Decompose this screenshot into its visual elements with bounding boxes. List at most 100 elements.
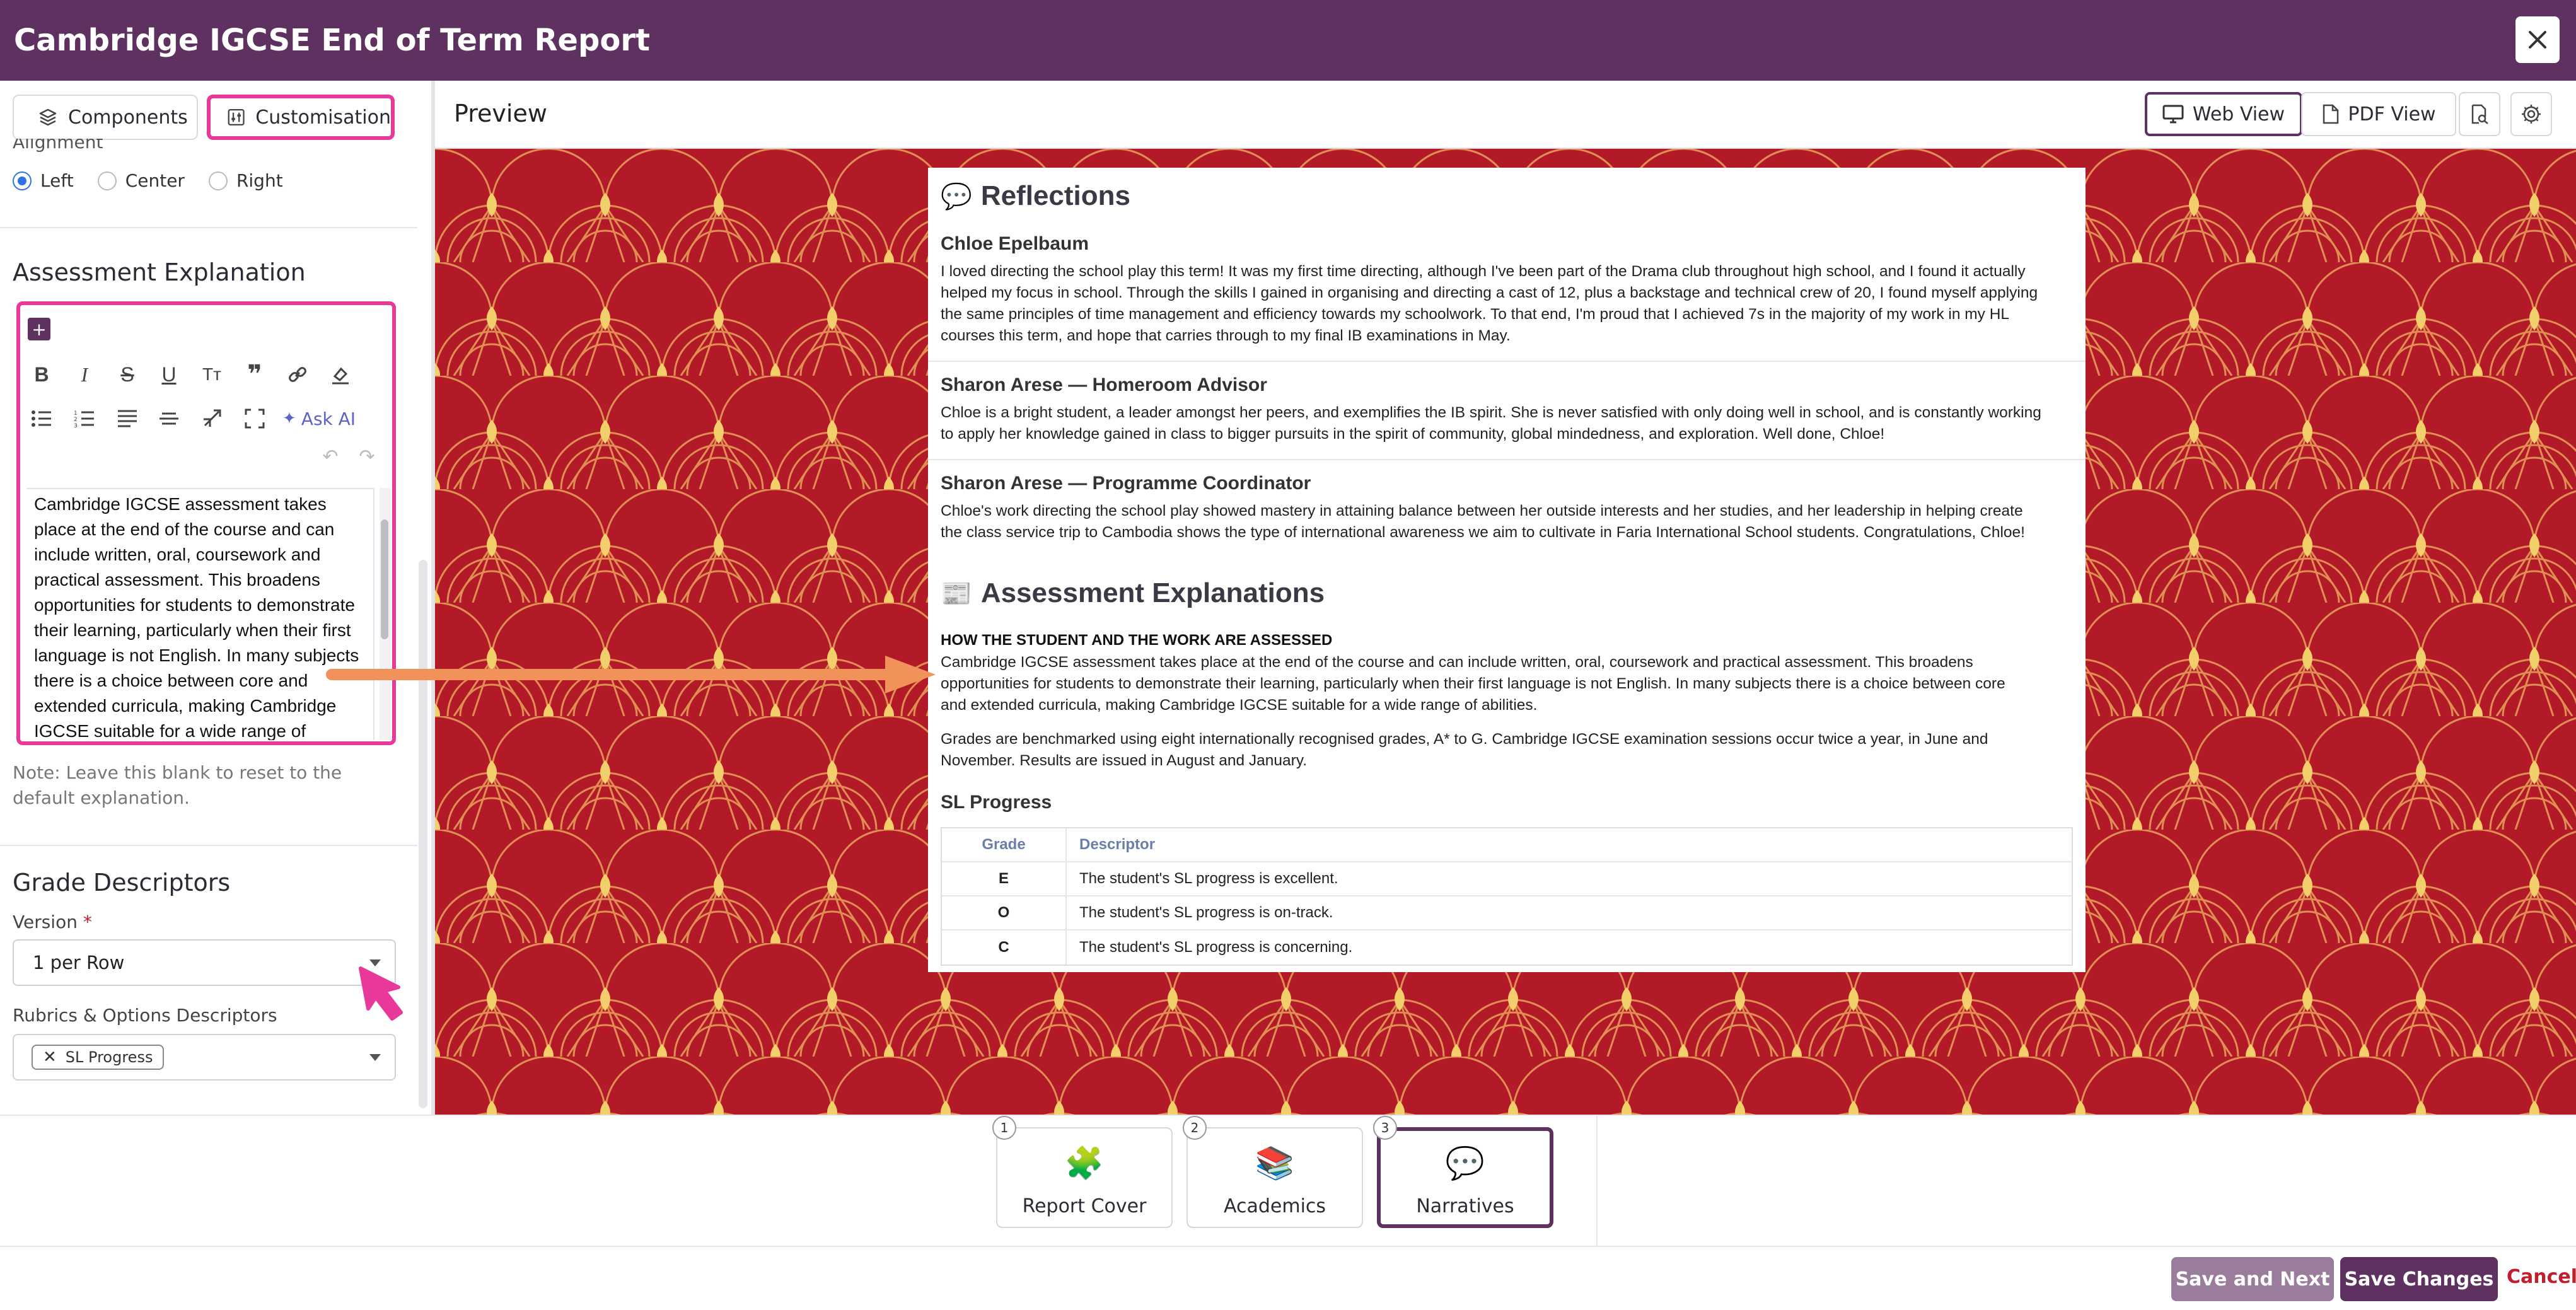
assessment-subtitle: HOW THE STUDENT AND THE WORK ARE ASSESSE… [941, 632, 1333, 649]
editor-scrollbar-thumb[interactable] [381, 519, 388, 639]
version-select[interactable]: 1 per Row [13, 939, 396, 986]
step-number: 3 [1373, 1116, 1397, 1140]
rubric-chip-sl-progress[interactable]: ✕ SL Progress [32, 1045, 165, 1070]
blockquote-icon[interactable]: ❞ [241, 360, 269, 389]
reflection-line: the same principles of time management a… [941, 306, 2010, 323]
table-cell: The student's SL progress is on-track. [1079, 904, 1333, 921]
step-label: Narratives [1416, 1195, 1514, 1217]
divider [1596, 1116, 1598, 1247]
table-row: E The student's SL progress is excellent… [942, 862, 2072, 896]
undo-icon[interactable]: ↶ [316, 443, 344, 470]
alignment-label: Alignment [13, 139, 103, 153]
layers-icon [39, 108, 57, 126]
reflection-line: courses this term, and hope that carries… [941, 327, 1511, 344]
highlight-icon[interactable] [327, 361, 354, 388]
save-and-next-button[interactable]: Save and Next [2171, 1257, 2334, 1301]
pdf-file-icon [2323, 104, 2339, 124]
assessment-line: opportunities for students to demonstrat… [941, 675, 2005, 692]
divider [0, 845, 417, 846]
reflection-author: Sharon Arese — Programme Coordinator [941, 473, 1311, 494]
numbered-list-icon[interactable]: 123 [71, 405, 98, 432]
remove-chip-icon[interactable]: ✕ [43, 1048, 57, 1067]
tab-customisation[interactable]: Customisation [207, 95, 395, 140]
pdf-view-button[interactable]: PDF View [2301, 92, 2456, 136]
step-narratives[interactable]: 3 💬 Narratives [1373, 1116, 1553, 1228]
table-row: O The student's SL progress is on-track. [942, 896, 2072, 930]
preview-canvas: 💬 Reflections Chloe Epelbaum I loved dire… [435, 149, 2576, 1115]
svg-text:2: 2 [74, 417, 78, 423]
clear-format-icon[interactable] [198, 405, 226, 432]
editor-text-area[interactable]: Cambridge IGCSE assessment takes place a… [26, 488, 374, 740]
reflections-heading: 💬 Reflections [941, 180, 1130, 212]
speech-bubble-icon: 💬 [1445, 1145, 1485, 1181]
redo-icon[interactable]: ↷ [353, 443, 381, 470]
grades-line: Grades are benchmarked using eight inter… [941, 731, 1988, 748]
editor-scrollbar[interactable] [380, 488, 391, 740]
bullet-list-icon[interactable] [28, 405, 55, 432]
rubrics-label: Rubrics & Options Descriptors [13, 1005, 277, 1026]
divider [928, 361, 2086, 362]
footer-bar: Save and Next Save Changes Cancel [0, 1246, 2576, 1310]
alignment-center-option[interactable]: Center [97, 170, 185, 191]
fullscreen-icon[interactable] [241, 405, 269, 432]
reflection-line: Chloe's work directing the school play s… [941, 502, 2023, 519]
step-number: 2 [1183, 1116, 1207, 1140]
sliders-icon [228, 108, 245, 126]
tab-components-label: Components [68, 106, 188, 129]
strikethrough-icon[interactable]: S [113, 361, 141, 388]
ask-ai-button[interactable]: ✦ Ask AI [282, 405, 364, 432]
step-label: Report Cover [1022, 1195, 1147, 1217]
preview-search-button[interactable] [2459, 92, 2500, 136]
step-report-cover[interactable]: 1 🧩 Report Cover [992, 1116, 1173, 1228]
alignment-left-option[interactable]: Left [13, 170, 74, 191]
report-document-page: 💬 Reflections Chloe Epelbaum I loved dire… [928, 168, 2086, 972]
assessment-explanation-title: Assessment Explanation [13, 258, 306, 286]
version-select-value: 1 per Row [33, 952, 125, 973]
monitor-icon [2162, 105, 2184, 124]
underline-icon[interactable]: U [155, 361, 183, 388]
puzzle-icon: 🧩 [1064, 1145, 1105, 1181]
assessment-explanation-editor[interactable]: + B I S U Tт ❞ 123 ✦ Ask AI ↶ ↷ Cambridge… [16, 301, 396, 745]
step-academics[interactable]: 2 📚 Academics [1183, 1116, 1363, 1228]
table-cell: E [942, 862, 1067, 895]
alignment-right-option[interactable]: Right [208, 170, 283, 191]
radio-center[interactable] [97, 171, 117, 190]
align-icon[interactable] [113, 405, 141, 432]
reflection-line: helped my focus in school. Through the s… [941, 284, 2038, 301]
text-size-icon[interactable]: Tт [198, 361, 226, 388]
reflections-title: Reflections [980, 180, 1130, 211]
ask-ai-label: Ask AI [301, 408, 356, 429]
italic-icon[interactable]: I [71, 361, 98, 388]
grades-line: November. Results are issued in August a… [941, 752, 1308, 769]
horizontal-rule-icon[interactable] [155, 405, 183, 432]
radio-left[interactable] [13, 171, 32, 190]
alignment-left-label: Left [40, 170, 74, 191]
save-changes-button[interactable]: Save Changes [2340, 1257, 2498, 1301]
sparkle-icon: ✦ [282, 409, 296, 428]
panel-scrollbar[interactable] [419, 560, 427, 1108]
sl-progress-title: SL Progress [941, 792, 1052, 813]
grades-text: Grades are benchmarked using eight inter… [941, 729, 2069, 772]
link-icon[interactable] [284, 361, 311, 388]
close-icon [2529, 31, 2546, 49]
required-mark: * [83, 912, 92, 932]
speech-bubble-icon: 💬 [941, 182, 972, 211]
bold-icon[interactable]: B [28, 361, 55, 388]
web-view-button[interactable]: Web View [2145, 92, 2302, 136]
assessment-line: Cambridge IGCSE assessment takes place a… [941, 654, 1973, 671]
reflection-line: to apply her knowledge gained in class t… [941, 426, 1885, 443]
reflection-text: Chloe is a bright student, a leader amon… [941, 402, 2069, 445]
books-icon: 📚 [1255, 1145, 1295, 1181]
gear-icon [2522, 105, 2541, 124]
assessment-title: Assessment Explanations [980, 577, 1325, 608]
radio-right[interactable] [208, 171, 228, 190]
grade-descriptors-title: Grade Descriptors [13, 869, 231, 896]
insert-plus-icon[interactable]: + [28, 318, 50, 340]
cancel-button[interactable]: Cancel [2507, 1266, 2576, 1288]
tab-components[interactable]: Components [13, 95, 198, 140]
close-button[interactable] [2515, 16, 2560, 63]
rubrics-select[interactable]: ✕ SL Progress [13, 1034, 396, 1081]
step-number: 1 [992, 1116, 1016, 1140]
step-navigation: 1 🧩 Report Cover 2 📚 Academics 3 💬 Narra… [0, 1115, 2576, 1247]
preview-settings-button[interactable] [2510, 92, 2552, 136]
